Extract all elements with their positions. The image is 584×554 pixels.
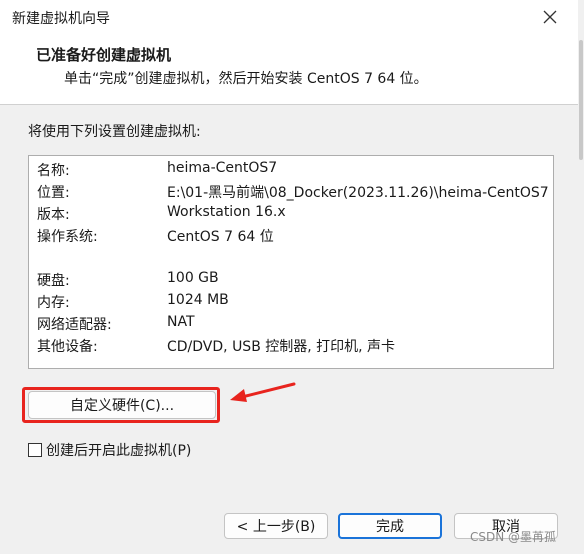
finish-button[interactable]: 完成 (338, 513, 442, 539)
summary-key: 内存: (37, 295, 70, 311)
close-button[interactable] (532, 4, 568, 30)
summary-key: 其他设备: (37, 339, 98, 355)
scrollbar-thumb[interactable] (579, 40, 583, 160)
settings-summary: 名称: heima-CentOS7 位置: E:\01-黑马前端\08_Dock… (28, 155, 554, 369)
power-on-checkbox[interactable] (28, 443, 42, 457)
summary-key: 版本: (37, 207, 70, 223)
window-title: 新建虚拟机向导 (12, 11, 110, 27)
summary-value: NAT (167, 314, 195, 330)
summary-value: 1024 MB (167, 292, 229, 308)
power-on-label: 创建后开启此虚拟机(P) (46, 443, 192, 459)
header-subtitle: 单击“完成”创建虚拟机，然后开始安装 CentOS 7 64 位。 (64, 71, 428, 87)
summary-key: 硬盘: (37, 273, 70, 289)
close-icon (543, 10, 557, 24)
settings-label: 将使用下列设置创建虚拟机: (28, 124, 201, 140)
wizard-body: 将使用下列设置创建虚拟机: 名称: heima-CentOS7 位置: E:\0… (0, 105, 578, 554)
summary-value: heima-CentOS7 (167, 160, 278, 176)
page-scrollbar[interactable] (578, 0, 584, 554)
summary-value: 100 GB (167, 270, 219, 286)
summary-value: CentOS 7 64 位 (167, 229, 274, 245)
summary-key: 位置: (37, 185, 70, 201)
customize-hardware-button[interactable]: 自定义硬件(C)... (28, 391, 216, 419)
title-bar: 新建虚拟机向导 (0, 0, 584, 34)
annotation-arrow (230, 382, 296, 402)
summary-value: Workstation 16.x (167, 204, 286, 220)
summary-key: 操作系统: (37, 229, 98, 245)
summary-key: 网络适配器: (37, 317, 112, 333)
summary-value: E:\01-黑马前端\08_Docker(2023.11.26)\heima-C… (167, 185, 549, 201)
summary-key: 名称: (37, 163, 70, 179)
power-on-option[interactable]: 创建后开启此虚拟机(P) (28, 440, 191, 460)
summary-value: CD/DVD, USB 控制器, 打印机, 声卡 (167, 339, 396, 355)
header-title: 已准备好创建虚拟机 (36, 46, 172, 64)
wizard-header: 已准备好创建虚拟机 单击“完成”创建虚拟机，然后开始安装 CentOS 7 64… (0, 34, 584, 105)
back-button[interactable]: < 上一步(B) (224, 513, 328, 539)
watermark: CSDN @墨苒孤 (470, 530, 557, 544)
